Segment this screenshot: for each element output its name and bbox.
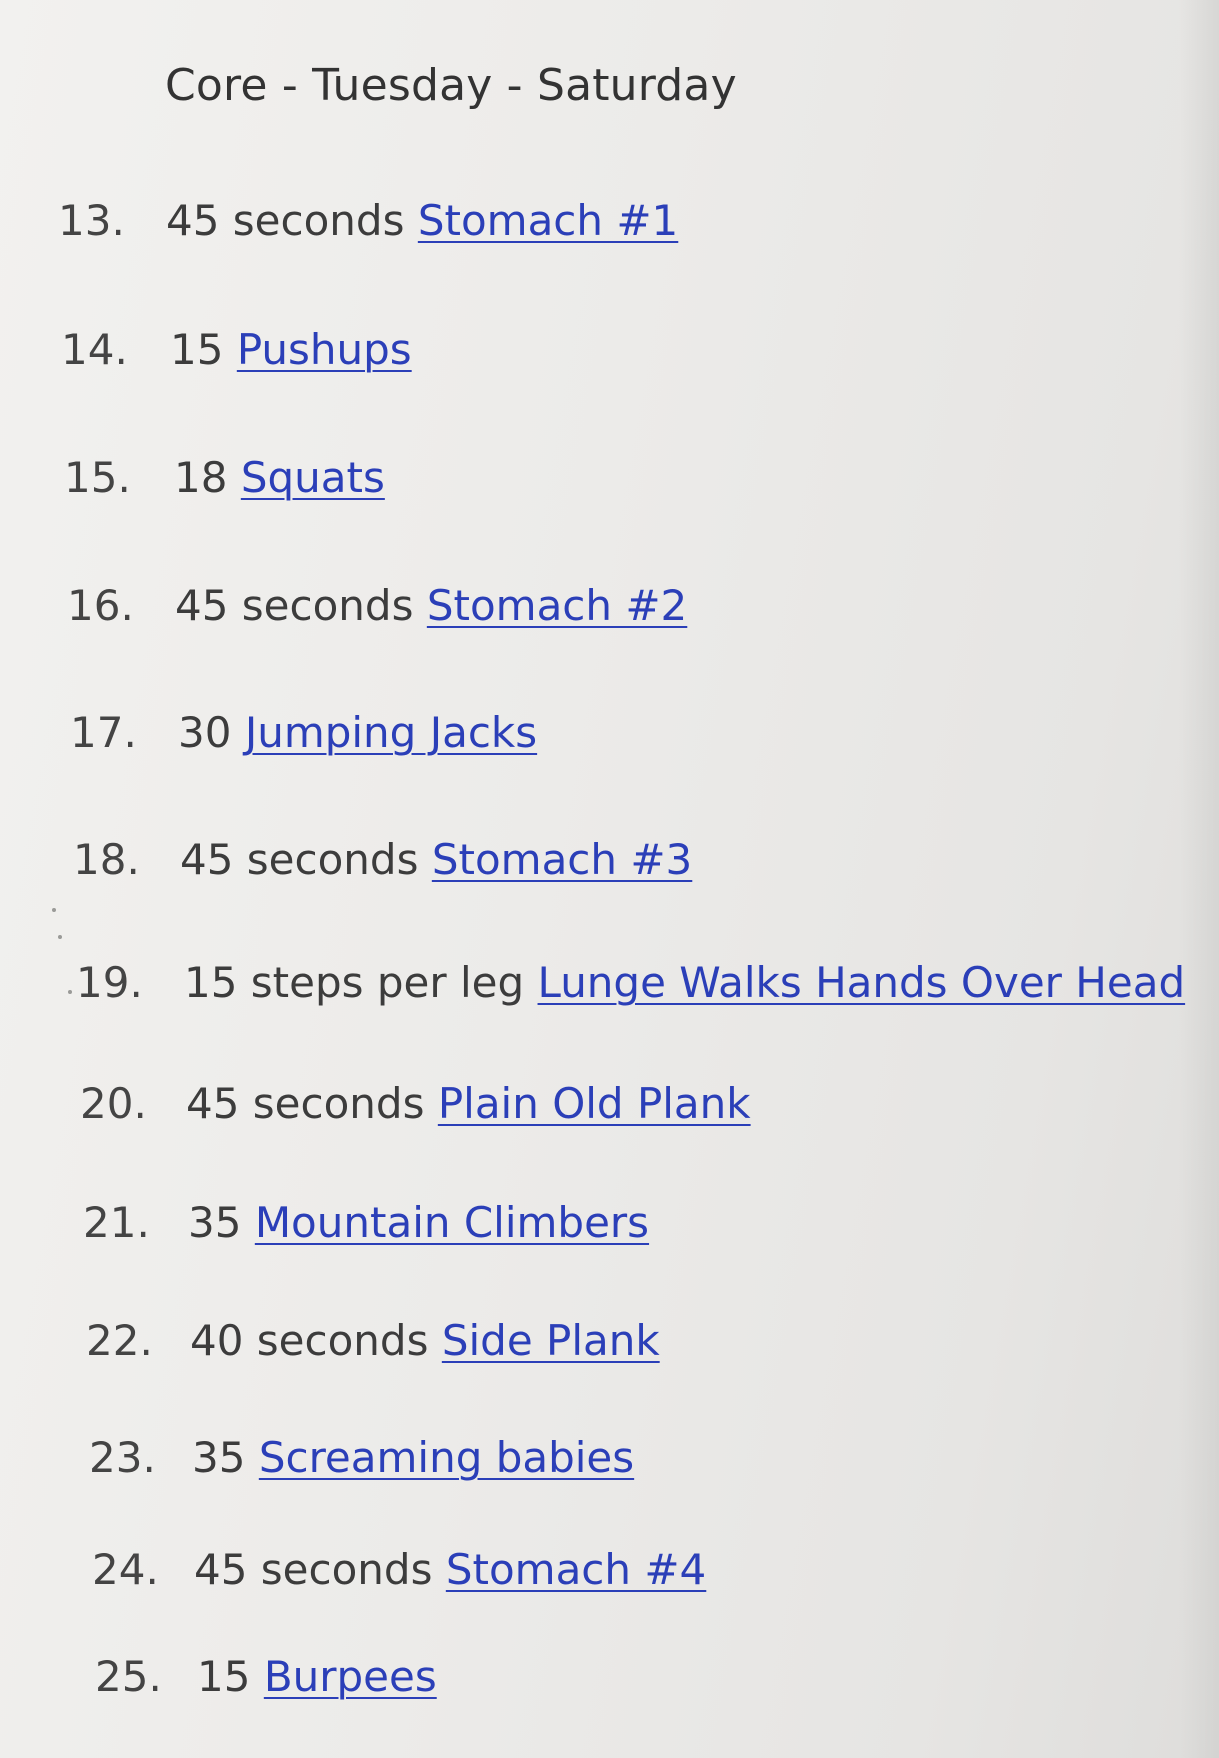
exercise-link-jumping-jacks[interactable]: Jumping Jacks <box>245 708 537 757</box>
dust-speck <box>68 990 72 994</box>
item-amount: 15 <box>197 1652 251 1701</box>
item-number: 18. <box>73 835 140 884</box>
list-item-14: 14. 15 Pushups <box>61 325 412 374</box>
item-amount: 45 seconds <box>175 581 414 630</box>
exercise-link-burpees[interactable]: Burpees <box>264 1652 437 1701</box>
dust-speck <box>58 935 62 939</box>
page-title: Core - Tuesday - Saturday <box>165 60 737 111</box>
item-number: 13. <box>58 196 125 245</box>
list-item-15: 15. 18 Squats <box>64 453 385 502</box>
dust-speck <box>52 908 56 912</box>
list-item-18: 18. 45 seconds Stomach #3 <box>73 835 692 884</box>
exercise-link-stomach-1[interactable]: Stomach #1 <box>418 196 678 245</box>
item-number: 17. <box>70 708 137 757</box>
item-number: 24. <box>92 1545 159 1594</box>
item-amount: 30 <box>178 708 232 757</box>
list-item-25: 25. 15 Burpees <box>95 1652 437 1701</box>
item-number: 16. <box>67 581 134 630</box>
exercise-link-side-plank[interactable]: Side Plank <box>442 1316 660 1365</box>
item-amount: 15 <box>170 325 224 374</box>
exercise-link-stomach-3[interactable]: Stomach #3 <box>432 835 692 884</box>
exercise-link-mountain-climbers[interactable]: Mountain Climbers <box>255 1198 649 1247</box>
item-number: 15. <box>64 453 131 502</box>
item-amount: 45 seconds <box>194 1545 433 1594</box>
exercise-link-stomach-4[interactable]: Stomach #4 <box>446 1545 706 1594</box>
item-amount: 45 seconds <box>186 1079 425 1128</box>
item-amount: 35 <box>192 1433 246 1482</box>
item-amount: 45 seconds <box>166 196 405 245</box>
exercise-link-squats[interactable]: Squats <box>241 453 385 502</box>
list-item-24: 24. 45 seconds Stomach #4 <box>92 1545 706 1594</box>
item-number: 14. <box>61 325 128 374</box>
screen-edge-shadow <box>1179 0 1219 1758</box>
exercise-link-lunge-walks[interactable]: Lunge Walks Hands Over Head <box>538 958 1186 1007</box>
item-number: 25. <box>95 1652 162 1701</box>
item-number: 20. <box>80 1079 147 1128</box>
item-amount: 35 <box>188 1198 242 1247</box>
item-amount: 15 steps per leg <box>184 958 525 1007</box>
list-item-17: 17. 30 Jumping Jacks <box>70 708 537 757</box>
list-item-16: 16. 45 seconds Stomach #2 <box>67 581 687 630</box>
list-item-19: 19. 15 steps per leg Lunge Walks Hands Ov… <box>76 958 1185 1007</box>
list-item-22: 22. 40 seconds Side Plank <box>86 1316 660 1365</box>
exercise-link-screaming-babies[interactable]: Screaming babies <box>259 1433 634 1482</box>
list-item-13: 13. 45 seconds Stomach #1 <box>58 196 678 245</box>
item-number: 21. <box>83 1198 150 1247</box>
item-number: 23. <box>89 1433 156 1482</box>
exercise-link-stomach-2[interactable]: Stomach #2 <box>427 581 687 630</box>
item-amount: 40 seconds <box>190 1316 429 1365</box>
list-item-20: 20. 45 seconds Plain Old Plank <box>80 1079 751 1128</box>
list-item-23: 23. 35 Screaming babies <box>89 1433 634 1482</box>
exercise-link-pushups[interactable]: Pushups <box>237 325 412 374</box>
item-number: 19. <box>76 958 143 1007</box>
list-item-21: 21. 35 Mountain Climbers <box>83 1198 649 1247</box>
exercise-link-plain-old-plank[interactable]: Plain Old Plank <box>438 1079 751 1128</box>
item-amount: 18 <box>174 453 228 502</box>
item-amount: 45 seconds <box>180 835 419 884</box>
item-number: 22. <box>86 1316 153 1365</box>
